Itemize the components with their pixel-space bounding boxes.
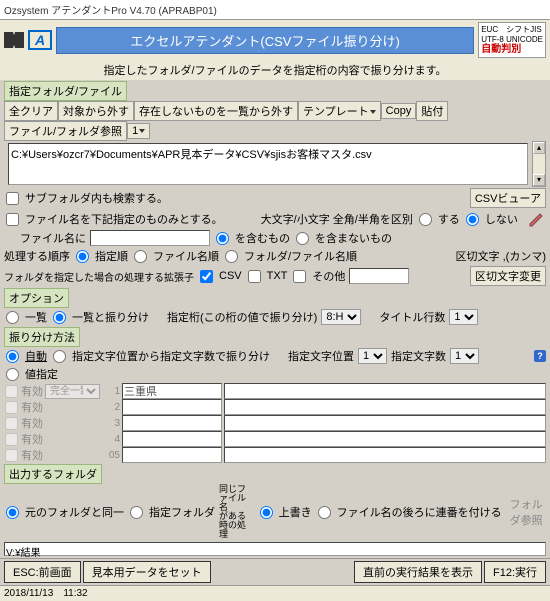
grid-row-3: 有効 3 — [0, 415, 550, 431]
exclude-button[interactable]: 対象から外す — [58, 101, 134, 121]
file-folder-ref-button[interactable]: ファイル/フォルダ参照 — [4, 121, 127, 141]
sample-data-button[interactable]: 見本用データをセット — [83, 561, 211, 583]
order-folder-radio[interactable] — [225, 250, 238, 263]
filename-filter-checkbox[interactable] — [6, 213, 19, 226]
prev-result-button[interactable]: 直前の実行結果を表示 — [354, 561, 482, 583]
ext-csv-checkbox[interactable] — [200, 270, 213, 283]
section-output: 出力するフォルダ — [4, 464, 102, 484]
pen-icon[interactable] — [528, 210, 546, 228]
subtitle: 指定したフォルダ/ファイルのデータを指定桁の内容で振り分けます。 — [0, 60, 550, 80]
header: A エクセルアテンダント(CSVファイル振り分け) EUC シフトJIS UTF… — [0, 20, 550, 60]
template-button[interactable]: テンプレート — [298, 101, 381, 121]
list-split-radio[interactable] — [53, 311, 66, 324]
folder-ref-label: フォルダ参照 — [510, 496, 546, 528]
filename-input[interactable] — [90, 230, 210, 246]
help-icon[interactable]: ? — [534, 350, 546, 362]
include-no-radio[interactable] — [296, 232, 309, 245]
status-bar: 2018/11/13 11:32 — [0, 585, 550, 601]
row1-out-input — [224, 383, 546, 399]
row1-checkbox — [5, 385, 18, 398]
clear-all-button[interactable]: 全クリア — [4, 101, 58, 121]
order-specified-radio[interactable] — [76, 250, 89, 263]
path-list[interactable]: C:¥Users¥ozcr7¥Documents¥APR見本データ¥CSV¥sj… — [8, 143, 528, 185]
paste-button[interactable]: 貼付 — [416, 101, 448, 121]
subfolder-checkbox[interactable] — [6, 192, 19, 205]
order-filename-radio[interactable] — [134, 250, 147, 263]
column-select[interactable]: 8:H — [321, 309, 361, 325]
toolbar: 全クリア 対象から外す 存在しないものを一覧から外す テンプレート Copy 貼… — [0, 101, 550, 141]
title-banner: エクセルアテンダント(CSVファイル振り分け) — [56, 27, 474, 54]
case-no-radio[interactable] — [466, 213, 479, 226]
csv-viewer-button[interactable]: CSVビューア — [470, 188, 546, 208]
title-rows-select[interactable]: 1 — [449, 309, 478, 325]
footer: ESC:前画面 見本用データをセット 直前の実行結果を表示 F12:実行 — [0, 558, 550, 585]
ref-extra-button[interactable]: 1 — [127, 123, 150, 139]
value-radio[interactable] — [6, 368, 19, 381]
remove-noexist-button[interactable]: 存在しないものを一覧から外す — [134, 101, 298, 121]
grid-row-5: 有効 05 — [0, 447, 550, 463]
list-only-radio[interactable] — [6, 311, 19, 324]
grid-row-1: 有効 完全一致 1 — [0, 383, 550, 399]
section-option: オプション — [4, 288, 69, 308]
result-path[interactable]: V:¥結果 — [4, 542, 546, 556]
book-icon[interactable] — [4, 32, 24, 48]
row1-val-input — [122, 383, 222, 399]
case-yes-radio[interactable] — [419, 213, 432, 226]
row1-match-select: 完全一致 — [45, 384, 100, 399]
out-same-radio[interactable] — [6, 506, 19, 519]
delimiter-change-button[interactable]: 区切文字変更 — [470, 266, 546, 286]
charpos-select[interactable]: 1 — [358, 348, 387, 364]
section-split: 振り分け方法 — [4, 327, 80, 347]
auto-radio[interactable] — [6, 350, 19, 363]
ext-other-input[interactable] — [349, 268, 409, 284]
scrollbar[interactable]: ▴▾ — [532, 141, 546, 187]
window-title: Ozsystem アテンダントPro V4.70 (APRABP01) — [0, 0, 550, 20]
a-icon[interactable]: A — [28, 30, 52, 50]
esc-button[interactable]: ESC:前画面 — [4, 561, 81, 583]
copy-button[interactable]: Copy — [381, 103, 417, 119]
encoding-indicator: EUC シフトJIS UTF-8 UNICODE 自動判別 — [478, 22, 546, 58]
ext-txt-checkbox[interactable] — [248, 270, 261, 283]
grid-row-4: 有効 4 — [0, 431, 550, 447]
serial-radio[interactable] — [318, 506, 331, 519]
run-button[interactable]: F12:実行 — [484, 561, 546, 583]
charcount-select[interactable]: 1 — [450, 348, 479, 364]
ext-other-checkbox[interactable] — [293, 270, 306, 283]
grid-row-2: 有効 2 — [0, 399, 550, 415]
out-specified-radio[interactable] — [130, 506, 143, 519]
charpos-radio[interactable] — [53, 350, 66, 363]
section-folder-file: 指定フォルダ/ファイル — [4, 81, 127, 101]
include-yes-radio[interactable] — [216, 232, 229, 245]
overwrite-radio[interactable] — [260, 506, 273, 519]
